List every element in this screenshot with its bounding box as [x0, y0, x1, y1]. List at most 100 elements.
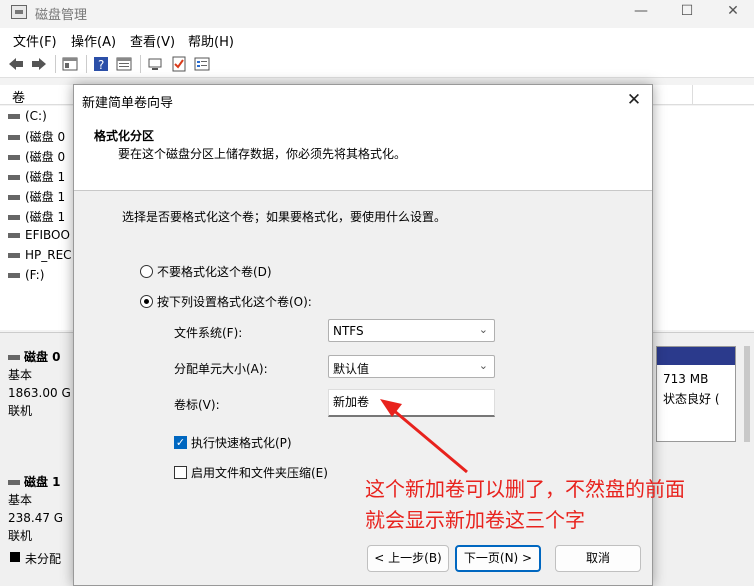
menu-action[interactable]: 操作(A) [71, 31, 116, 50]
disk-status: 联机 [8, 404, 33, 418]
disk-type: 基本 [8, 368, 33, 382]
volume-label-input[interactable]: 新加卷 [328, 389, 495, 417]
compression-checkbox[interactable]: 启用文件和文件夹压缩(E) [174, 464, 328, 481]
disk-name: 磁盘 1 [24, 475, 61, 489]
menu-help[interactable]: 帮助(H) [188, 31, 234, 50]
wizard-step-description: 要在这个磁盘分区上储存数据，你必须先将其格式化。 [118, 147, 407, 161]
disk-1-info[interactable]: 磁盘 1 基本 238.47 G 联机 [8, 473, 73, 545]
quick-format-label: 执行快速格式化(P) [191, 436, 292, 450]
quick-format-checkbox[interactable]: ✓ 执行快速格式化(P) [174, 434, 292, 451]
disk-size: 238.47 G [8, 511, 64, 525]
toolbar-separator [140, 55, 141, 73]
close-button[interactable]: ✕ [710, 0, 754, 28]
drive-icon [8, 195, 20, 200]
format-prompt: 选择是否要格式化这个卷；如果要格式化，要使用什么设置。 [122, 210, 447, 224]
window-title: 磁盘管理 [35, 8, 88, 23]
console-tree-icon[interactable] [62, 56, 78, 72]
annotation-text-line-2: 就会显示新加卷这三个字 [365, 508, 585, 532]
toolbar-separator [55, 55, 56, 73]
radio-format-label: 按下列设置格式化这个卷(O): [157, 295, 312, 309]
chevron-down-icon: ⌄ [478, 359, 488, 372]
partition-block[interactable]: 713 MB 状态良好 ( [656, 346, 736, 442]
volume-name: (C:) [25, 109, 47, 123]
allocation-unit-label: 分配单元大小(A): [174, 362, 268, 376]
wizard-step-title: 格式化分区 [94, 129, 155, 143]
volume-row[interactable]: EFIBOO [8, 228, 70, 248]
wizard-header: 格式化分区 要在这个磁盘分区上储存数据，你必须先将其格式化。 [74, 115, 652, 191]
allocation-unit-select[interactable]: 默认值 ⌄ [328, 355, 495, 378]
toolbar-separator [86, 55, 87, 73]
partition-size: 713 MB [663, 372, 709, 386]
minimize-button[interactable]: — [618, 0, 664, 28]
volume-name: (磁盘 0 [25, 150, 66, 164]
menu-view[interactable]: 查看(V) [130, 31, 175, 50]
dialog-close-button[interactable]: ✕ [620, 87, 648, 113]
drive-icon [8, 114, 20, 119]
toolbar: ? [0, 50, 754, 78]
volume-name: (磁盘 1 [25, 210, 66, 224]
help-icon[interactable]: ? [93, 56, 109, 72]
volume-row[interactable]: HP_REC [8, 248, 72, 268]
volume-row[interactable]: (C:) [8, 109, 47, 129]
allocation-unit-value: 默认值 [333, 362, 370, 376]
settings-list-icon[interactable] [194, 56, 210, 72]
radio-no-format[interactable]: 不要格式化这个卷(D) [140, 263, 272, 280]
chevron-down-icon: ⌄ [478, 323, 488, 336]
radio-no-format-circle[interactable] [140, 265, 153, 278]
drive-icon [8, 215, 20, 220]
radio-format-circle[interactable] [140, 295, 153, 308]
drive-icon [8, 175, 20, 180]
svg-text:?: ? [98, 58, 104, 72]
disk-name: 磁盘 0 [24, 350, 61, 364]
volume-row[interactable]: (磁盘 1 [8, 168, 65, 188]
dialog-title: 新建简单卷向导 [82, 96, 174, 111]
volume-name: (磁盘 1 [25, 190, 66, 204]
annotation-text-line-1: 这个新加卷可以删了，不然盘的前面 [365, 477, 685, 501]
column-volume[interactable]: 卷 [12, 87, 25, 106]
cancel-button[interactable]: 取消 [555, 545, 641, 572]
next-button[interactable]: 下一页(N) > [455, 545, 541, 572]
vertical-scrollbar[interactable] [744, 346, 750, 442]
drive-icon [8, 233, 20, 238]
drive-icon [8, 135, 20, 140]
radio-format[interactable]: 按下列设置格式化这个卷(O): [140, 293, 312, 310]
title-bar: 磁盘管理 — ☐ ✕ [0, 0, 754, 28]
back-arrow-icon[interactable] [8, 56, 24, 72]
wizard-button-row: < 上一步(B) 下一页(N) > 取消 [74, 537, 652, 585]
volume-name: EFIBOO [25, 228, 70, 242]
legend-label-unallocated: 未分配 [25, 552, 62, 566]
menu-file[interactable]: 文件(F) [13, 31, 57, 50]
drive-icon [8, 155, 20, 160]
maximize-button[interactable]: ☐ [664, 0, 710, 28]
dialog-title-bar: 新建简单卷向导 ✕ [74, 85, 652, 115]
quick-format-checkmark[interactable]: ✓ [174, 436, 187, 449]
file-system-select[interactable]: NTFS ⌄ [328, 319, 495, 342]
volume-row[interactable]: (磁盘 0 [8, 148, 65, 168]
column-divider[interactable] [692, 85, 693, 105]
volume-name: (磁盘 1 [25, 170, 66, 184]
drive-icon [8, 253, 20, 258]
legend-swatch-unallocated [10, 552, 20, 562]
volume-row[interactable]: (磁盘 1 [8, 188, 65, 208]
disk-size: 1863.00 G [8, 386, 71, 400]
drive-icon [8, 273, 20, 278]
volume-row[interactable]: (磁盘 1 [8, 208, 65, 228]
back-button[interactable]: < 上一步(B) [367, 545, 449, 572]
checklist-icon[interactable] [171, 56, 187, 72]
disk-0-info[interactable]: 磁盘 0 基本 1863.00 G 联机 [8, 348, 73, 420]
compression-label: 启用文件和文件夹压缩(E) [191, 466, 328, 480]
volume-row[interactable]: (磁盘 0 [8, 128, 65, 148]
compression-box[interactable] [174, 466, 187, 479]
forward-arrow-icon[interactable] [31, 56, 47, 72]
connect-icon[interactable] [148, 56, 164, 72]
radio-no-format-label: 不要格式化这个卷(D) [157, 265, 272, 279]
volume-name: (磁盘 0 [25, 130, 66, 144]
menu-bar: 文件(F) 操作(A) 查看(V) 帮助(H) [0, 28, 754, 50]
volume-row[interactable]: (F:) [8, 268, 44, 288]
volume-name: (F:) [25, 268, 45, 282]
file-system-label: 文件系统(F): [174, 326, 243, 340]
properties-icon[interactable] [116, 56, 132, 72]
volume-label-label: 卷标(V): [174, 398, 220, 412]
file-system-value: NTFS [333, 324, 364, 338]
disk-type: 基本 [8, 493, 33, 507]
